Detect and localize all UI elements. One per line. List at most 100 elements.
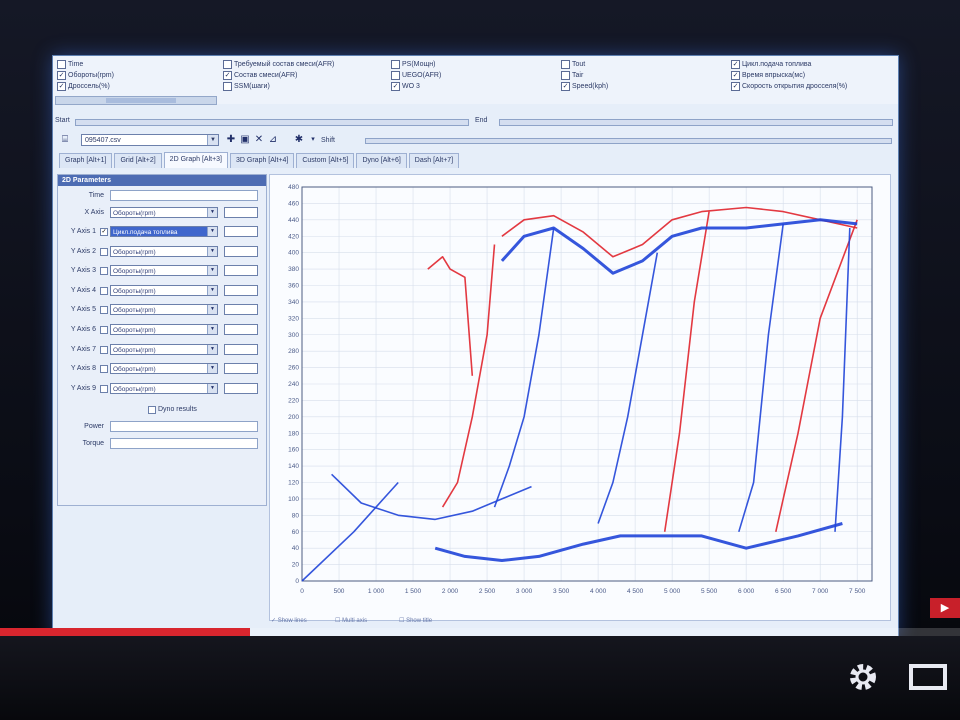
channel-checkbox-item[interactable]: Tair: [561, 70, 583, 80]
chevron-down-icon[interactable]: ▼: [207, 135, 218, 145]
channel-checkbox-item[interactable]: Tout: [561, 59, 585, 69]
tab-item[interactable]: Dash [Alt+7]: [408, 153, 460, 168]
add-icon[interactable]: ✚: [225, 134, 237, 146]
y-axis-select[interactable]: Обороты(rpm) ▼: [110, 245, 218, 257]
tab-item[interactable]: Grid [Alt+2]: [114, 153, 162, 168]
tab-item[interactable]: Dyno [Alt+6]: [356, 153, 407, 168]
open-folder-icon[interactable]: ⌸: [59, 134, 71, 146]
y-axis-scale-field[interactable]: [224, 343, 258, 355]
x-axis-select[interactable]: Обороты(rpm) ▼: [110, 207, 218, 218]
channel-checkbox-item[interactable]: ✓ Цикл.подача топлива: [731, 59, 811, 69]
checkbox-empty-icon[interactable]: [391, 59, 400, 69]
chevron-down-icon[interactable]: ▼: [207, 383, 217, 393]
checkbox-empty-icon[interactable]: [561, 59, 570, 69]
youtube-logo-icon[interactable]: ▶: [930, 598, 960, 618]
dyno-checkbox[interactable]: [148, 406, 156, 414]
checkbox-checked-icon[interactable]: ✓: [57, 70, 66, 80]
checkbox-checked-icon[interactable]: ✓: [271, 618, 276, 624]
channel-checkbox-item[interactable]: ✓ WO 3: [391, 81, 420, 91]
x-axis-scale-field[interactable]: [224, 207, 258, 218]
checkbox-checked-icon[interactable]: ✓: [57, 81, 66, 91]
y-axis-checkbox[interactable]: [100, 267, 108, 276]
channel-checkbox-item[interactable]: Требуемый состав смеси(AFR): [223, 59, 334, 69]
y-axis-checkbox[interactable]: [100, 345, 108, 354]
close-icon[interactable]: ✕: [253, 134, 265, 146]
checkbox-empty-icon[interactable]: [223, 81, 232, 91]
channel-checkbox-item[interactable]: ✓ Состав смеси(AFR): [223, 70, 297, 80]
chevron-down-icon[interactable]: ▼: [207, 344, 217, 354]
chevron-down-icon[interactable]: ▼: [207, 305, 217, 315]
y-axis-scale-field[interactable]: [224, 245, 258, 257]
chevron-down-icon[interactable]: ▼: [207, 285, 217, 295]
y-axis-select[interactable]: Обороты(rpm) ▼: [110, 265, 218, 277]
chevron-down-icon[interactable]: ▼: [207, 364, 217, 374]
y-axis-scale-field[interactable]: [224, 324, 258, 335]
chevron-down-icon[interactable]: ▼: [207, 266, 217, 276]
settings-icon[interactable]: ✱: [293, 134, 305, 146]
y-axis-checkbox[interactable]: [100, 306, 108, 315]
checkbox-empty-icon[interactable]: [57, 59, 66, 69]
y-axis-select[interactable]: Обороты(rpm) ▼: [110, 304, 218, 316]
time-field[interactable]: [110, 190, 258, 201]
theater-mode-icon[interactable]: [908, 662, 948, 692]
graph-option-item[interactable]: ☐ Show title: [399, 617, 432, 624]
dropdown-icon[interactable]: ▾: [307, 134, 319, 146]
channel-checkbox-item[interactable]: ✓ Время впрыска(мс): [731, 70, 805, 80]
y-axis-select[interactable]: Цикл.подача топлива ▼: [110, 226, 218, 237]
chevron-down-icon[interactable]: ▼: [207, 208, 217, 217]
checkbox-checked-icon[interactable]: ✓: [391, 81, 400, 91]
channel-checkbox-item[interactable]: UEGO(AFR): [391, 70, 441, 80]
checkbox-empty-icon[interactable]: [561, 70, 570, 80]
checkbox-empty-icon[interactable]: ☐: [335, 618, 340, 624]
channel-checkbox-item[interactable]: Time: [57, 59, 83, 69]
save-icon[interactable]: ▣: [239, 134, 251, 146]
checkbox-checked-icon[interactable]: ✓: [731, 70, 740, 80]
start-slider[interactable]: [75, 119, 469, 126]
checkbox-checked-icon[interactable]: ✓: [731, 59, 740, 69]
checkbox-checked-icon[interactable]: ✓: [561, 81, 570, 91]
y-axis-checkbox[interactable]: [100, 247, 108, 256]
y-axis-checkbox[interactable]: ✓: [100, 228, 108, 236]
y-axis-scale-field[interactable]: [224, 304, 258, 316]
channel-panel-scrollbar[interactable]: [55, 96, 217, 105]
chevron-down-icon[interactable]: ▼: [207, 227, 217, 236]
chart-icon[interactable]: ⊿: [267, 134, 279, 146]
tab-item[interactable]: Custom [Alt+5]: [296, 153, 355, 168]
y-axis-select[interactable]: Обороты(rpm) ▼: [110, 324, 218, 335]
channel-checkbox-item[interactable]: ✓ Speed(kph): [561, 81, 608, 91]
file-select[interactable]: 095407.csv ▼: [81, 134, 219, 146]
channel-checkbox-item[interactable]: ✓ Скорость открытия дросселя(%): [731, 81, 847, 91]
shift-slider[interactable]: [365, 138, 892, 144]
y-axis-scale-field[interactable]: [224, 363, 258, 375]
tab-item[interactable]: 3D Graph [Alt+4]: [230, 153, 295, 168]
y-axis-select[interactable]: Обороты(rpm) ▼: [110, 382, 218, 394]
checkbox-empty-icon[interactable]: [223, 59, 232, 69]
y-axis-select[interactable]: Обороты(rpm) ▼: [110, 343, 218, 355]
y-axis-scale-field[interactable]: [224, 382, 258, 394]
tab-item[interactable]: 2D Graph [Alt+3]: [163, 152, 229, 168]
y-axis-checkbox[interactable]: [100, 286, 108, 295]
end-slider[interactable]: [499, 119, 893, 126]
checkbox-empty-icon[interactable]: [391, 70, 400, 80]
y-axis-checkbox[interactable]: [100, 365, 108, 374]
channel-checkbox-item[interactable]: PS(Мощн): [391, 59, 435, 69]
checkbox-checked-icon[interactable]: ✓: [223, 70, 232, 80]
y-axis-scale-field[interactable]: [224, 284, 258, 296]
y-axis-checkbox[interactable]: [100, 326, 108, 334]
channel-checkbox-item[interactable]: SSM(шаги): [223, 81, 270, 91]
channel-checkbox-item[interactable]: ✓ Обороты(rpm): [57, 70, 114, 80]
y-axis-select[interactable]: Обороты(rpm) ▼: [110, 284, 218, 296]
y-axis-scale-field[interactable]: [224, 265, 258, 277]
channel-checkbox-item[interactable]: ✓ Дроссель(%): [57, 81, 110, 91]
y-axis-select[interactable]: Обороты(rpm) ▼: [110, 363, 218, 375]
scrollbar-thumb[interactable]: [106, 98, 176, 103]
checkbox-empty-icon[interactable]: ☐: [399, 618, 404, 624]
checkbox-checked-icon[interactable]: ✓: [731, 81, 740, 91]
y-axis-scale-field[interactable]: [224, 226, 258, 237]
graph-option-item[interactable]: ✓ Show lines: [271, 617, 307, 624]
graph-2d[interactable]: 0 20 40 60 80 100 120 140 160 180 200 220 240 260 280 3…: [269, 174, 891, 621]
tab-item[interactable]: Graph [Alt+1]: [59, 153, 113, 168]
y-axis-checkbox[interactable]: [100, 384, 108, 393]
gear-icon[interactable]: [846, 660, 880, 694]
chevron-down-icon[interactable]: ▼: [207, 325, 217, 334]
